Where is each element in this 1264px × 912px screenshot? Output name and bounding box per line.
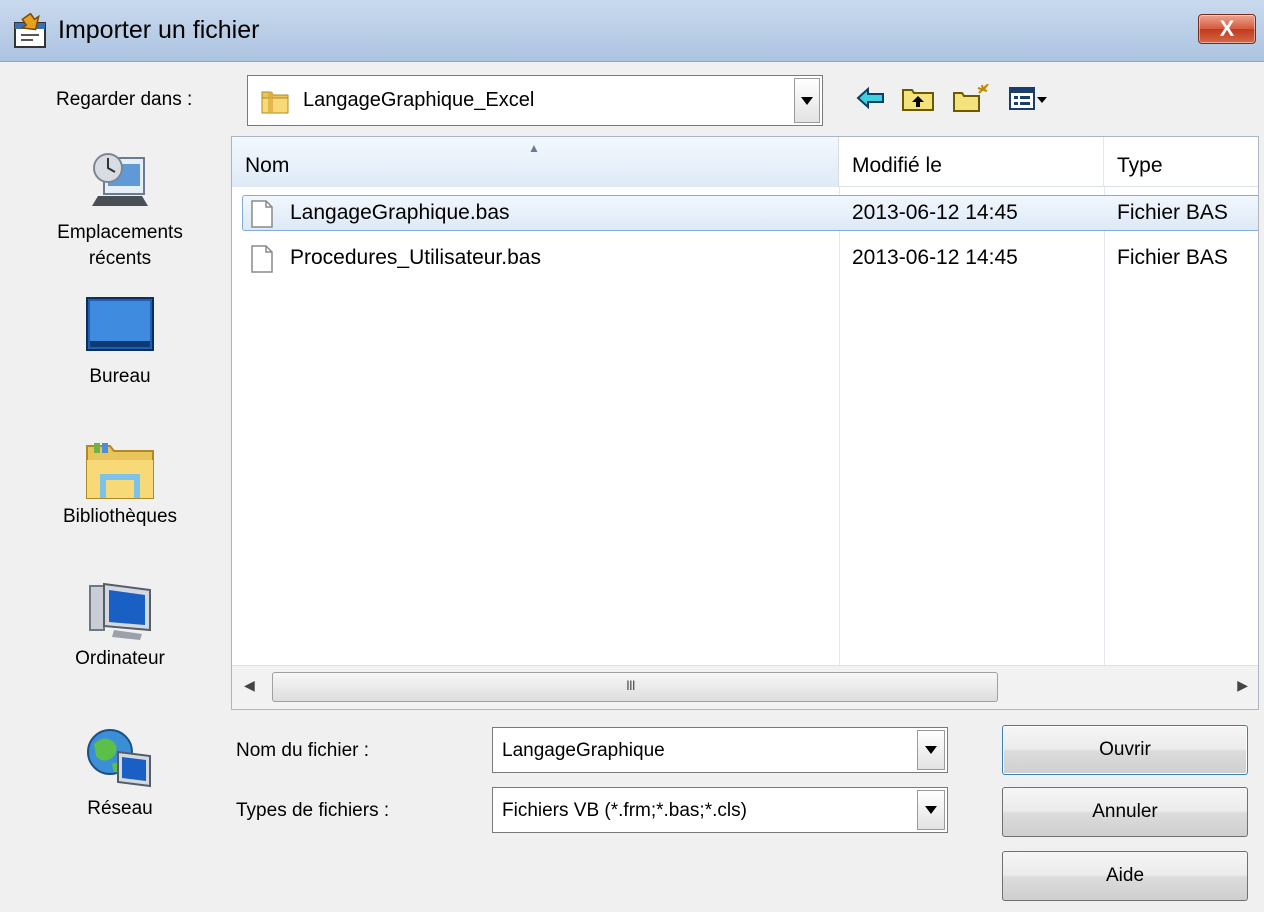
network-icon <box>87 729 151 788</box>
file-name-label: Nom du fichier : <box>236 740 370 761</box>
column-header-type[interactable]: Type <box>1104 137 1258 187</box>
look-in-dropdown-arrow[interactable] <box>794 78 820 123</box>
file-type-cell: Fichier BAS <box>1117 201 1228 224</box>
place-libraries[interactable]: Bibliothèques <box>30 440 210 532</box>
scroll-left-icon[interactable]: ◀ <box>244 677 255 694</box>
file-modified-cell: 2013-06-12 14:45 <box>852 201 1018 224</box>
place-computer[interactable]: Ordinateur <box>30 580 210 674</box>
file-name-dropdown-arrow[interactable] <box>917 730 945 770</box>
file-type-label: Types de fichiers : <box>236 800 390 821</box>
place-network[interactable]: Réseau <box>30 724 210 824</box>
back-arrow-icon[interactable] <box>856 84 886 112</box>
place-desktop[interactable]: Bureau <box>30 296 210 392</box>
file-type-value: Fichiers VB (*.frm;*.bas;*.cls) <box>502 800 747 821</box>
column-header-name[interactable]: ▲ Nom <box>232 137 839 187</box>
column-header-modified[interactable]: Modifié le <box>839 137 1104 187</box>
cancel-button[interactable]: Annuler <box>1002 787 1248 837</box>
view-menu-icon[interactable] <box>1008 84 1048 112</box>
title-bar[interactable]: Importer un fichier X <box>0 0 1264 62</box>
column-modified-label: Modifié le <box>852 154 942 177</box>
libraries-icon <box>86 443 154 499</box>
up-folder-icon[interactable] <box>900 84 936 112</box>
scroll-right-icon[interactable]: ▶ <box>1237 677 1248 694</box>
file-modified-cell: 2013-06-12 14:45 <box>852 246 1018 269</box>
file-type-dropdown-arrow[interactable] <box>917 790 945 830</box>
column-name-label: Nom <box>245 154 290 177</box>
new-folder-icon[interactable] <box>952 84 990 112</box>
file-name-combo[interactable]: LangageGraphique <box>492 727 948 773</box>
file-list[interactable]: ▲ Nom Modifié le Type LangageGraphique.b… <box>231 136 1259 710</box>
scroll-grip: III <box>626 677 636 693</box>
look-in-label: Regarder dans : <box>56 89 193 110</box>
file-icon <box>251 200 273 228</box>
desktop-icon <box>86 297 154 351</box>
file-row[interactable]: Procedures_Utilisateur.bas 2013-06-12 14… <box>232 240 1258 276</box>
file-row[interactable]: LangageGraphique.bas 2013-06-12 14:45 Fi… <box>232 195 1258 231</box>
folder-icon <box>261 91 289 114</box>
place-network-label: Réseau <box>87 798 153 819</box>
recent-places-icon <box>92 153 148 206</box>
chevron-down-icon <box>925 746 937 754</box>
file-name-cell: Procedures_Utilisateur.bas <box>290 246 541 269</box>
file-type-cell: Fichier BAS <box>1117 246 1228 269</box>
chevron-down-icon <box>801 96 813 105</box>
column-type-label: Type <box>1117 154 1163 177</box>
place-recent[interactable]: Emplacements récents <box>30 148 210 274</box>
horizontal-scrollbar[interactable]: ◀ III ▶ <box>232 665 1258 709</box>
chevron-down-icon <box>925 806 937 814</box>
scroll-thumb[interactable]: III <box>272 672 998 702</box>
place-libraries-label: Bibliothèques <box>62 506 178 527</box>
look-in-combo[interactable]: LangageGraphique_Excel <box>247 75 823 126</box>
help-button[interactable]: Aide <box>1002 851 1248 901</box>
close-button[interactable]: X <box>1198 14 1256 44</box>
file-type-combo[interactable]: Fichiers VB (*.frm;*.bas;*.cls) <box>492 787 948 833</box>
computer-icon <box>89 582 151 640</box>
look-in-value: LangageGraphique_Excel <box>303 89 535 111</box>
open-button[interactable]: Ouvrir <box>1002 725 1248 775</box>
window-title: Importer un fichier <box>58 16 260 44</box>
list-header: ▲ Nom Modifié le Type <box>232 137 1258 187</box>
file-name-cell: LangageGraphique.bas <box>290 201 510 224</box>
place-recent-label-2: récents <box>88 248 152 269</box>
file-name-input[interactable]: LangageGraphique <box>502 740 665 762</box>
import-file-icon <box>14 13 46 48</box>
file-icon <box>251 245 273 273</box>
sort-up-icon: ▲ <box>528 141 540 155</box>
place-desktop-label: Bureau <box>89 366 151 387</box>
place-computer-label: Ordinateur <box>75 648 165 669</box>
